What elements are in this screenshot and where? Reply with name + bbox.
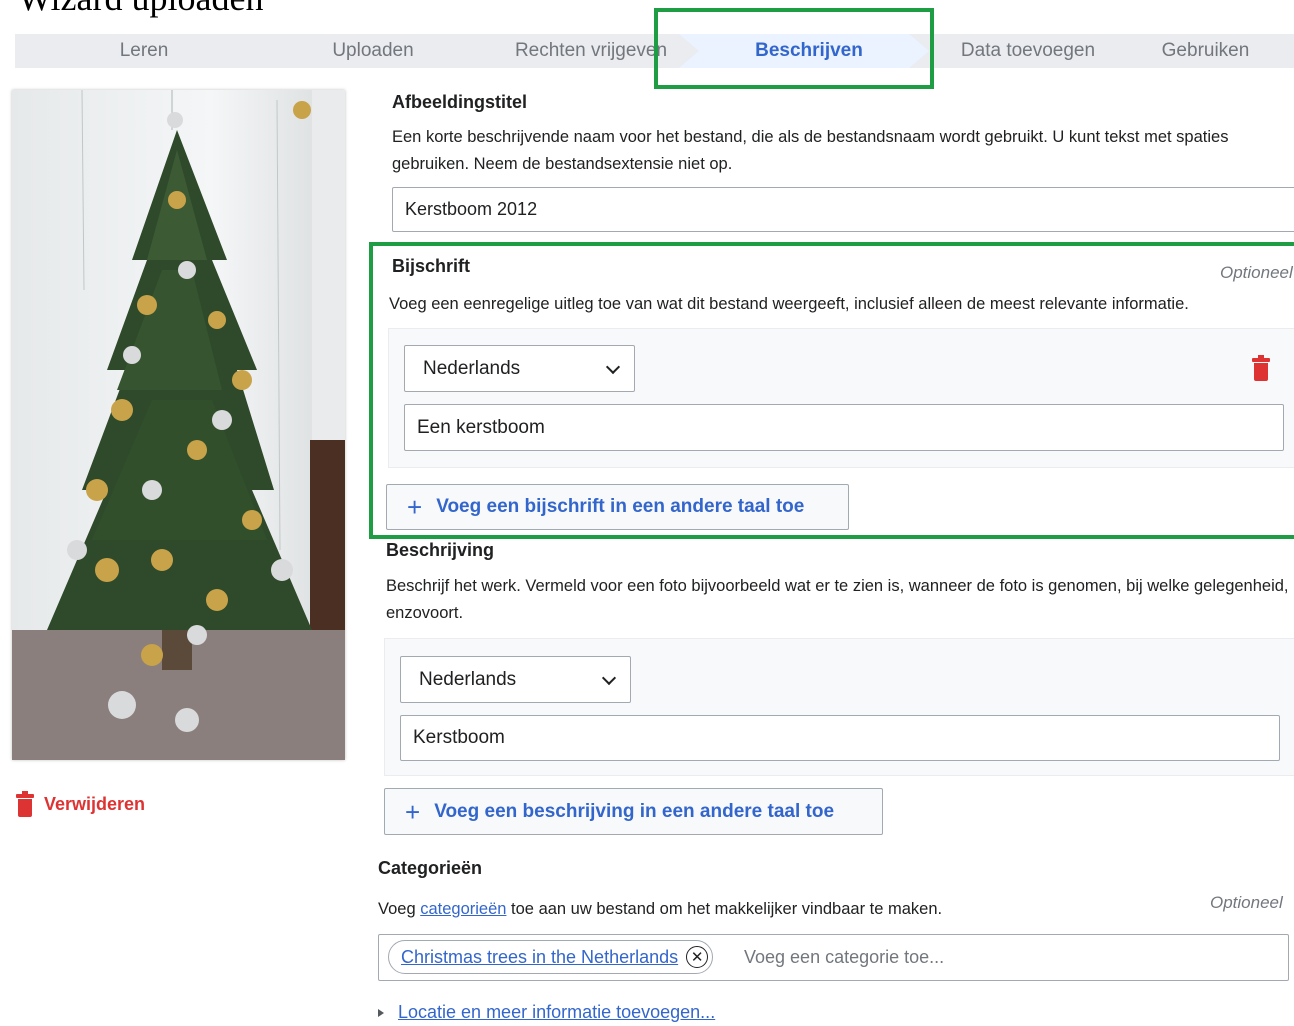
description-language-select[interactable]: Nederlands [400,656,631,703]
description-language-value: Nederlands [419,668,517,690]
categories-help-prefix: Voeg [378,900,416,918]
plus-icon: + [407,492,423,522]
caption-optional: Optioneel [1220,263,1293,282]
category-chip[interactable]: Christmas trees in the Netherlands ✕ [388,940,714,974]
step-gebruiken[interactable]: Gebruiken [1117,34,1294,68]
add-caption-language-label: Voeg een bijschrift in een andere taal t… [436,496,805,517]
chevron-down-icon [605,359,621,374]
caption-help: Voeg een eenregelige uitleg toe van wat … [389,295,1189,313]
title-input[interactable]: Kerstboom 2012 [392,187,1294,232]
step-data-toevoegen[interactable]: Data toevoegen [909,34,1147,68]
categories-optional: Optioneel [1210,893,1283,912]
categories-help-link[interactable]: categorieën [420,900,506,918]
plus-icon: + [405,796,421,827]
add-description-language-label: Voeg een beschrijving in een andere taal… [434,800,835,822]
christmas-tree-photo [12,90,345,760]
description-label: Beschrijving [386,540,495,560]
remove-button-label: Verwijderen [44,793,146,814]
add-description-language-button[interactable]: + Voeg een beschrijving in een andere ta… [384,788,883,835]
triangle-right-icon [378,1008,384,1017]
categories-help-suffix: toe aan uw bestand om het makkelijker vi… [511,900,943,918]
categories-label: Categorieën [378,858,483,878]
step-rechten-vrijgeven[interactable]: Rechten vrijgeven [473,34,709,68]
wizard-steps: Leren Uploaden Rechten vrijgeven Beschri… [15,34,1294,68]
step-uploaden[interactable]: Uploaden [243,34,503,68]
caption-language-value: Nederlands [423,357,521,379]
more-info-toggle[interactable]: Locatie en meer informatie toevoegen... [378,999,715,1026]
image-thumbnail [12,90,345,760]
trash-icon [16,791,34,817]
step-beschrijven[interactable]: Beschrijven [679,34,939,68]
title-help: Een korte beschrijvende naam voor het be… [392,128,1229,173]
chevron-down-icon [601,670,617,685]
remove-button[interactable]: Verwijderen [16,790,145,818]
more-info-link[interactable]: Locatie en meer informatie toevoegen... [398,999,715,1026]
description-help: Beschrijf het werk. Vermeld voor een fot… [386,577,1289,622]
delete-caption-trash-icon[interactable] [1252,355,1270,381]
page-title: Wizard uploaden [18,0,263,18]
add-caption-language-button[interactable]: + Voeg een bijschrift in een andere taal… [386,484,849,530]
caption-input[interactable]: Een kerstboom [404,404,1284,451]
categories-help: Voeg categorieën toe aan uw bestand om h… [378,896,942,923]
title-label: Afbeeldingstitel [392,92,528,112]
step-leren[interactable]: Leren [15,34,273,68]
description-input[interactable]: Kerstboom [400,715,1280,761]
caption-language-select[interactable]: Nederlands [404,345,635,392]
category-chip-label[interactable]: Christmas trees in the Netherlands [401,947,678,968]
close-icon[interactable]: ✕ [686,946,709,968]
caption-label: Bijschrift [392,256,471,276]
